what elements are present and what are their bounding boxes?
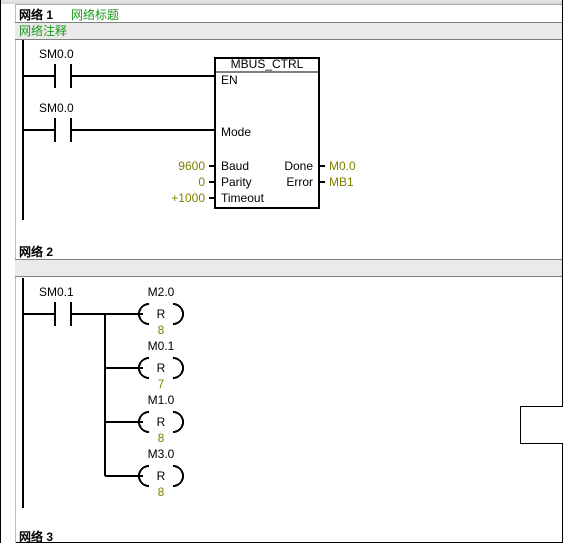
pin-mode: Mode — [221, 125, 251, 139]
network1-comment: 网络注释 — [15, 23, 562, 39]
network1-label: 网络 1 — [15, 6, 53, 23]
coil-3-count: 8 — [158, 431, 165, 445]
network3-label: 网络 3 — [15, 528, 53, 543]
network3-header: 网络 3 — [15, 528, 562, 543]
coil-1-count: 8 — [158, 323, 165, 337]
val-baud: 9600 — [178, 159, 205, 173]
val-parity: 0 — [198, 175, 205, 189]
network2-header: 网络 2 — [15, 243, 562, 259]
network2-ladder: SM0.1 M2.0 R 8 M0.1 R 7 M1.0 R — [15, 278, 555, 518]
offscreen-block — [520, 406, 563, 444]
n1-contact1-address: SM0.0 — [39, 47, 74, 61]
coil-3: M1.0 R 8 — [105, 393, 183, 445]
val-timeout: +1000 — [171, 191, 205, 205]
pin-parity: Parity — [221, 175, 252, 189]
val-done: M0.0 — [329, 159, 356, 173]
coil-1: M2.0 R 8 — [105, 285, 183, 337]
n2-contact-address: SM0.1 — [39, 285, 74, 299]
coil-4-count: 8 — [158, 485, 165, 499]
coil-2: M0.1 R 7 — [105, 339, 183, 391]
pin-timeout: Timeout — [221, 191, 265, 205]
coil-4: M3.0 R 8 — [105, 447, 183, 499]
coil-4-address: M3.0 — [148, 447, 175, 461]
network2-label: 网络 2 — [15, 243, 53, 260]
block-title: MBUS_CTRL — [231, 57, 304, 71]
pin-baud: Baud — [221, 159, 249, 173]
pin-en: EN — [221, 73, 238, 87]
val-error: MB1 — [329, 175, 354, 189]
coil-3-op: R — [157, 415, 166, 429]
coil-1-address: M2.0 — [148, 285, 175, 299]
coil-2-op: R — [157, 361, 166, 375]
coil-4-op: R — [157, 469, 166, 483]
pin-error: Error — [286, 175, 313, 189]
network1-header: 网络 1 网络标题 — [15, 6, 562, 22]
network1-ladder: SM0.0 SM0.0 MBUS_CTRL EN Mode Baud Parit… — [15, 40, 555, 230]
editor-left-rail — [1, 4, 16, 543]
network2-comment-bar — [15, 259, 562, 277]
n1-contact2-address: SM0.0 — [39, 101, 74, 115]
network1-comment-bar: 网络注释 — [15, 22, 562, 40]
coil-3-address: M1.0 — [148, 393, 175, 407]
network1-title: 网络标题 — [71, 6, 119, 23]
pin-done: Done — [284, 159, 313, 173]
coil-2-count: 7 — [158, 377, 165, 391]
coil-1-op: R — [157, 307, 166, 321]
coil-2-address: M0.1 — [148, 339, 175, 353]
